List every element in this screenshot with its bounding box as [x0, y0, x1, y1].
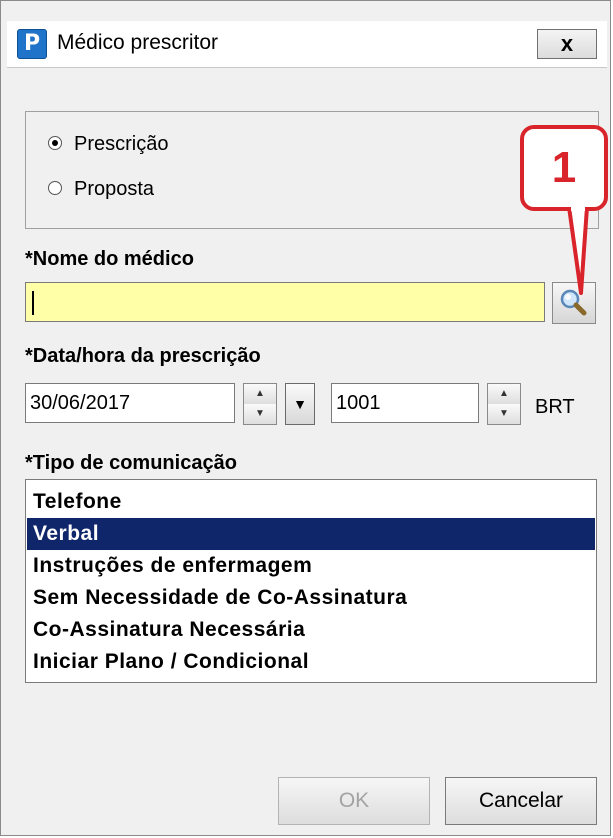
list-item-co-assinatura[interactable]: Co-Assinatura Necessária — [27, 614, 595, 646]
spin-up-icon[interactable]: ▲ — [488, 384, 520, 405]
radio-unchecked-icon[interactable] — [48, 181, 62, 195]
timezone-label: BRT — [535, 396, 575, 418]
radio-label-prescricao: Prescrição — [74, 133, 169, 155]
list-item-verbal[interactable]: Verbal — [27, 518, 595, 550]
text-caret — [32, 291, 34, 315]
list-item-instrucoes[interactable]: Instruções de enfermagem — [27, 550, 595, 582]
ok-button[interactable]: OK — [278, 777, 430, 825]
app-logo-icon: P — [17, 29, 47, 59]
list-item-iniciar-plano[interactable]: Iniciar Plano / Condicional — [27, 646, 595, 678]
list-item-telefone[interactable]: Telefone — [27, 486, 595, 518]
date-input[interactable]: 30/06/2017 — [25, 383, 235, 423]
callout-number: 1 — [551, 143, 577, 192]
callout-number-badge: 1 — [520, 125, 608, 211]
prescribing-physician-dialog: P Médico prescritor x Prescrição Propost… — [0, 0, 611, 836]
callout-pointer-arrow — [567, 207, 589, 295]
radio-checked-icon[interactable] — [48, 136, 62, 150]
list-item-sem-necessidade[interactable]: Sem Necessidade de Co-Assinatura — [27, 582, 595, 614]
title-bar: P Médico prescritor x — [7, 21, 607, 68]
communication-type-label: *Tipo de comunicação — [25, 452, 237, 474]
spin-up-icon[interactable]: ▲ — [244, 384, 276, 405]
chevron-down-icon: ▼ — [293, 396, 307, 412]
radio-label-proposta: Proposta — [74, 178, 155, 200]
spin-down-icon[interactable]: ▼ — [488, 404, 520, 424]
prescription-datetime-label: *Data/hora da prescrição — [25, 345, 261, 367]
physician-name-input[interactable] — [25, 282, 545, 322]
calendar-dropdown-button[interactable]: ▼ — [285, 383, 315, 425]
time-input[interactable]: 1001 — [331, 383, 479, 423]
physician-name-label: *Nome do médico — [25, 248, 194, 270]
communication-type-list[interactable]: Telefone Verbal Instruções de enfermagem… — [25, 479, 597, 683]
close-button[interactable]: x — [537, 29, 597, 59]
cancel-button[interactable]: Cancelar — [445, 777, 597, 825]
spin-down-icon[interactable]: ▼ — [244, 404, 276, 424]
date-spinner[interactable]: ▲ ▼ — [243, 383, 277, 425]
time-spinner[interactable]: ▲ ▼ — [487, 383, 521, 425]
window-title: Médico prescritor — [57, 31, 219, 54]
order-type-group: Prescrição Proposta — [25, 111, 599, 229]
